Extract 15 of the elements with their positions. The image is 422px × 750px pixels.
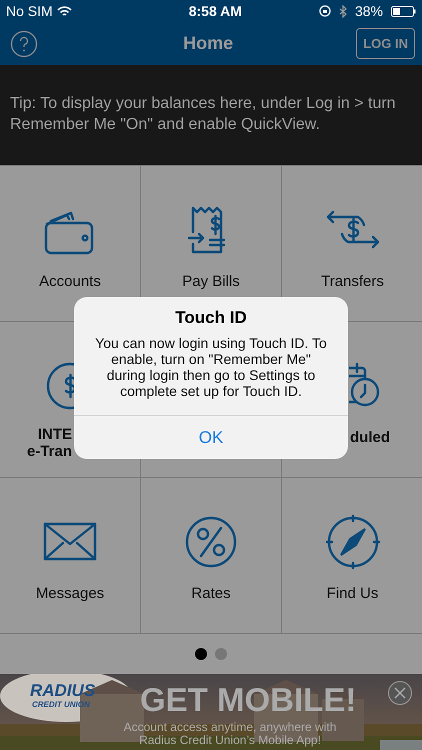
carrier-text: No SIM — [6, 2, 53, 20]
banner-headline: GET MOBILE! — [140, 683, 356, 716]
banner-subtitle: Radius Credit Union’s Mobile App! — [138, 734, 322, 746]
menu-tile[interactable]: Accounts — [0, 166, 140, 321]
page-title: Home — [182, 32, 234, 55]
banner-subtitle: Account access anytime, anywhere with — [122, 721, 338, 733]
login-button[interactable]: LOG IN — [356, 28, 415, 59]
tip-text: Tip: To display your balances here, under Log in > turn Remember Me "On" and enable QuickView. — [10, 94, 397, 135]
menu-tile[interactable]: Rates — [141, 478, 281, 633]
menu-tile[interactable]: Transfers — [282, 166, 422, 321]
battery-text: 38% — [354, 2, 383, 20]
menu-tile[interactable]: Messages — [0, 478, 140, 633]
menu-tile[interactable]: Find Us — [282, 478, 422, 633]
ok-button[interactable]: OK — [74, 414, 348, 459]
time-text: 8:58 AM — [188, 2, 242, 18]
